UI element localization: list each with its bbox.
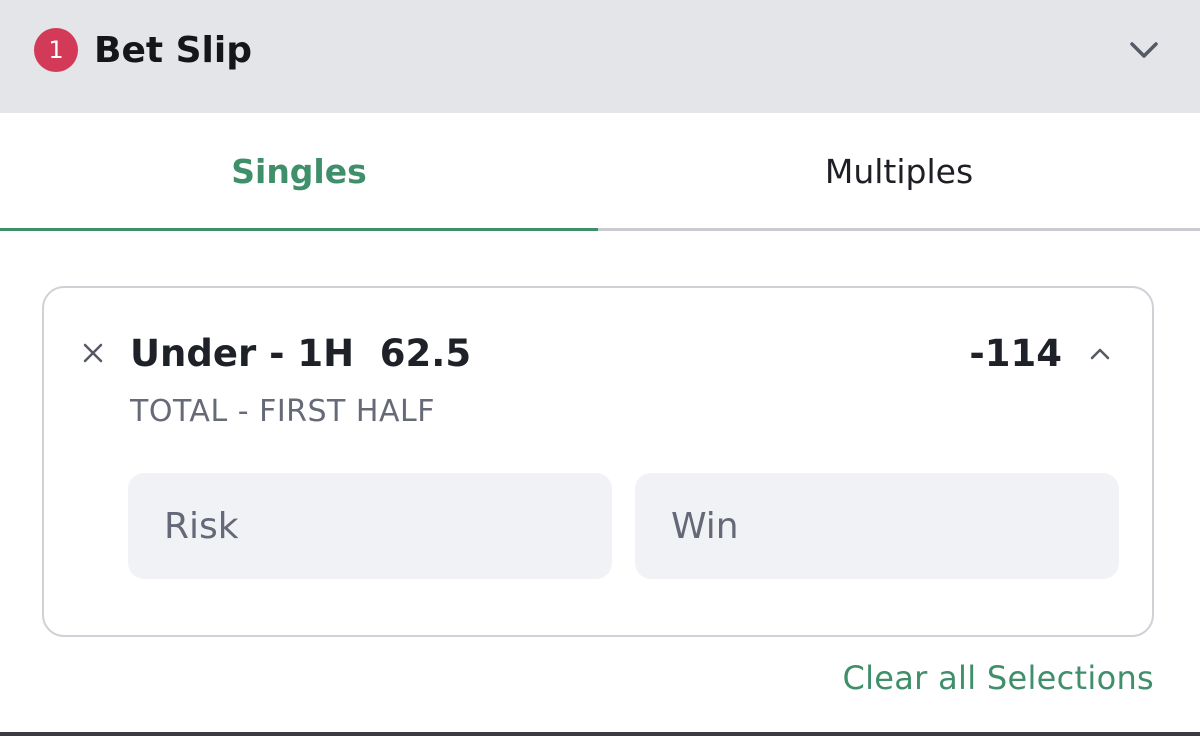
chevron-up-icon[interactable]: [1088, 344, 1112, 364]
tab-multiples[interactable]: Multiples: [600, 113, 1198, 229]
tab-divider: [598, 228, 1200, 231]
clear-all-selections-link[interactable]: Clear all Selections: [842, 656, 1154, 700]
tab-singles[interactable]: Singles: [0, 113, 598, 229]
bet-type-tabs: Singles Multiples: [0, 113, 1200, 231]
active-tab-indicator: [0, 228, 598, 231]
bottom-divider: [0, 732, 1200, 736]
chevron-down-icon[interactable]: [1128, 34, 1160, 66]
selection-odds: -114: [969, 332, 1062, 375]
win-input[interactable]: [635, 473, 1119, 579]
risk-input[interactable]: [128, 473, 612, 579]
bet-slip-title: Bet Slip: [94, 30, 252, 71]
bet-selection-card: Under - 1H 62.5 TOTAL - FIRST HALF -114: [42, 286, 1154, 637]
selection-market: TOTAL - FIRST HALF: [130, 394, 435, 429]
selection-name: Under - 1H 62.5: [130, 332, 472, 375]
selection-count-badge: 1: [34, 28, 78, 72]
close-icon[interactable]: [80, 340, 106, 366]
bet-slip-header[interactable]: 1 Bet Slip: [0, 0, 1200, 113]
